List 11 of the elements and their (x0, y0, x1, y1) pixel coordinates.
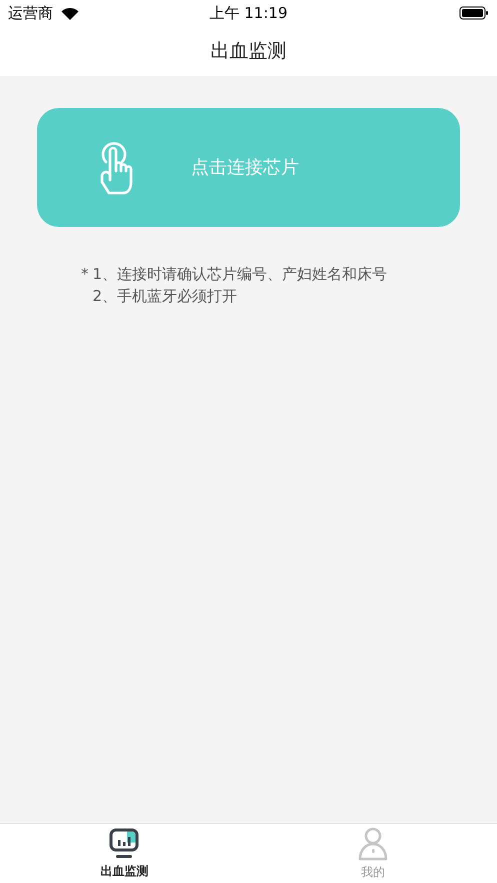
wifi-icon (61, 6, 79, 20)
battery-icon (459, 6, 489, 20)
page-title: 出血监测 (210, 38, 286, 64)
connect-chip-button[interactable]: 点击连接芯片 (37, 108, 460, 227)
tab-bar-item[interactable]: 出血监测 (0, 824, 248, 883)
status-time: 上午 11:19 (210, 2, 288, 24)
note-text: 2、手机蓝牙必须打开 (92, 286, 238, 307)
carrier-name: 运营商 (8, 2, 53, 24)
note-text: 1、连接时请确认芯片编号、产妇姓名和床号 (92, 264, 388, 285)
tab-bar-item[interactable]: 我的 (248, 824, 497, 883)
note-asterisk: * (81, 264, 90, 285)
